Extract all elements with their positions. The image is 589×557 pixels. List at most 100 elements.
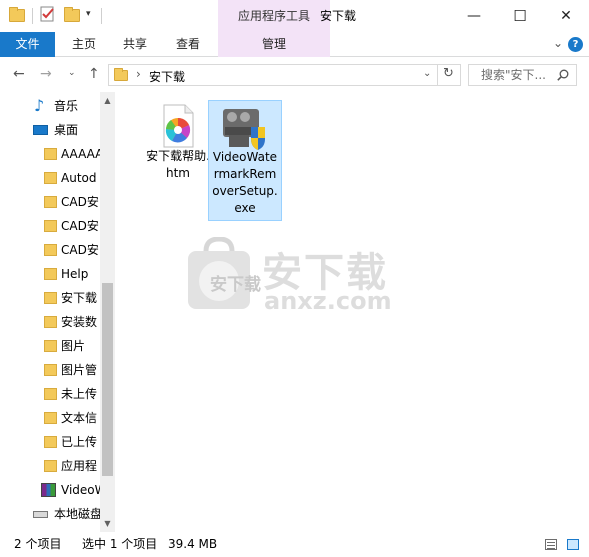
sidebar-item-label: CAD安 <box>61 195 99 209</box>
details-view-icon[interactable] <box>545 539 557 550</box>
setup-film-icon <box>221 105 269 150</box>
folder-icon <box>44 436 57 448</box>
large-icons-view-icon[interactable] <box>567 539 579 550</box>
folder-icon[interactable] <box>9 6 25 22</box>
file-name: VideoWatermarkRemoverSetup.exe <box>212 150 278 215</box>
folder-icon <box>44 268 57 280</box>
sidebar-item-folder[interactable]: 已上传 <box>0 430 100 454</box>
customize-quick-access-icon[interactable]: ▾ <box>86 9 91 19</box>
properties-check-icon[interactable] <box>40 6 56 22</box>
sidebar-item-folder[interactable]: Help <box>0 262 100 286</box>
folder-icon <box>44 364 57 376</box>
sidebar-item-label: 未上传 <box>61 387 98 401</box>
watermark-char: 安下载 <box>210 275 261 295</box>
selection-size: 39.4 MB <box>168 537 218 551</box>
search-input[interactable]: 搜索"安下... <box>468 64 577 86</box>
tab-share[interactable]: 共享 <box>112 32 158 57</box>
title-bar: ▾ 应用程序工具 安下载 — ☐ ✕ <box>0 0 589 32</box>
drive-icon <box>33 511 48 518</box>
sidebar-item-folder[interactable]: 文本信 <box>0 406 100 430</box>
scroll-up-arrow-icon[interactable]: ▲ <box>100 93 115 108</box>
breadcrumb-chevron-icon[interactable]: › <box>136 67 141 81</box>
divider <box>101 8 102 24</box>
address-history-chevron-icon[interactable]: ⌄ <box>423 68 431 79</box>
breadcrumb[interactable]: 安下载 <box>149 68 185 85</box>
tab-home[interactable]: 主页 <box>59 32 109 57</box>
sidebar-item-label: 图片管 <box>61 363 98 377</box>
sidebar-item-archive[interactable]: VideoW <box>0 478 100 502</box>
forward-arrow-icon[interactable]: → <box>40 66 52 82</box>
sidebar-item-label: Autod <box>61 171 97 185</box>
tab-manage[interactable]: 管理 <box>218 32 330 57</box>
sidebar-item-label: 应用程 <box>61 459 98 473</box>
file-name: 安下载帮助.htm <box>146 149 210 180</box>
watermark-domain: anxz.com <box>264 287 392 315</box>
address-bar[interactable]: › 安下载 ⌄ ↻ <box>108 64 461 86</box>
refresh-icon[interactable]: ↻ <box>443 66 454 81</box>
sidebar-item-folder[interactable]: 安下载 <box>0 286 100 310</box>
sidebar-item-desktop[interactable]: 桌面 <box>0 118 100 142</box>
color-wheel-icon <box>160 104 196 148</box>
sidebar-item-label: 本地磁盘 <box>54 507 100 521</box>
folder-icon <box>114 68 128 81</box>
folder-icon <box>44 292 57 304</box>
sidebar-item-folder[interactable]: AAAAA <box>0 142 100 166</box>
sidebar-item-folder[interactable]: 图片管 <box>0 358 100 382</box>
music-icon: ♪ <box>34 96 45 115</box>
sidebar-item-folder[interactable]: Autod <box>0 166 100 190</box>
sidebar-item-local-disk[interactable]: 本地磁盘 <box>0 502 100 526</box>
up-arrow-icon[interactable]: ↑ <box>88 66 100 82</box>
folder-icon <box>44 172 57 184</box>
folder-icon <box>44 244 57 256</box>
sidebar-item-folder[interactable]: 未上传 <box>0 382 100 406</box>
file-item[interactable]: 安下载帮助.htm <box>141 100 215 182</box>
folder-icon <box>44 220 57 232</box>
sidebar-item-label: 文本信 <box>61 411 98 425</box>
selection-count: 选中 1 个项目 <box>82 537 158 551</box>
sidebar-item-music[interactable]: ♪ 音乐 <box>0 94 100 118</box>
sidebar-item-label: CAD安 <box>61 243 99 257</box>
divider <box>437 65 438 85</box>
sidebar-item-folder[interactable]: 应用程 <box>0 454 100 478</box>
maximize-button[interactable]: ☐ <box>497 0 543 32</box>
ribbon-tabs: 文件 主页 共享 查看 管理 ⌄ ? <box>0 32 589 57</box>
sidebar-item-folder[interactable]: CAD安 <box>0 190 100 214</box>
window-title: 安下载 <box>320 9 357 23</box>
sidebar-item-label: 图片 <box>61 339 86 353</box>
file-item-selected[interactable]: VideoWatermarkRemoverSetup.exe <box>208 100 282 221</box>
scrollbar-thumb[interactable] <box>102 283 113 476</box>
sidebar-item-label: 桌面 <box>54 123 79 137</box>
sidebar-item-label: 安装数 <box>61 315 98 329</box>
sidebar-item-label: 安下载 <box>61 291 98 305</box>
folder-icon <box>44 340 57 352</box>
search-icon <box>557 69 569 81</box>
minimize-button[interactable]: — <box>451 0 497 32</box>
recent-chevron-down-icon[interactable]: ⌄ <box>68 68 76 78</box>
sidebar-item-folder[interactable]: 图片 <box>0 334 100 358</box>
search-placeholder: 搜索"安下... <box>481 68 546 82</box>
sidebar-item-label: VideoW <box>61 483 100 497</box>
sidebar-item-folder[interactable]: CAD安 <box>0 238 100 262</box>
folder-icon <box>44 412 57 424</box>
chevron-down-icon[interactable]: ⌄ <box>553 36 563 50</box>
folder-icon <box>44 316 57 328</box>
divider <box>32 8 33 24</box>
sidebar-item-label: Help <box>61 267 89 281</box>
sidebar-item-folder[interactable]: 安装数 <box>0 310 100 334</box>
help-icon[interactable]: ? <box>568 37 583 52</box>
tab-file[interactable]: 文件 <box>0 32 55 57</box>
context-tab-title: 应用程序工具 <box>218 0 330 32</box>
scroll-down-arrow-icon[interactable]: ▼ <box>100 516 115 531</box>
folder-icon <box>44 460 57 472</box>
item-count: 2 个项目 <box>14 537 62 551</box>
sidebar-item-label: 音乐 <box>54 99 79 113</box>
new-folder-icon[interactable] <box>64 6 80 22</box>
folder-icon <box>44 196 57 208</box>
back-arrow-icon[interactable]: ← <box>13 66 25 82</box>
sidebar-item-folder[interactable]: CAD安 <box>0 214 100 238</box>
tab-view[interactable]: 查看 <box>164 32 212 57</box>
folder-icon <box>44 388 57 400</box>
sidebar-item-label: AAAAA <box>61 147 100 161</box>
close-button[interactable]: ✕ <box>543 0 589 32</box>
desktop-icon <box>33 125 48 135</box>
